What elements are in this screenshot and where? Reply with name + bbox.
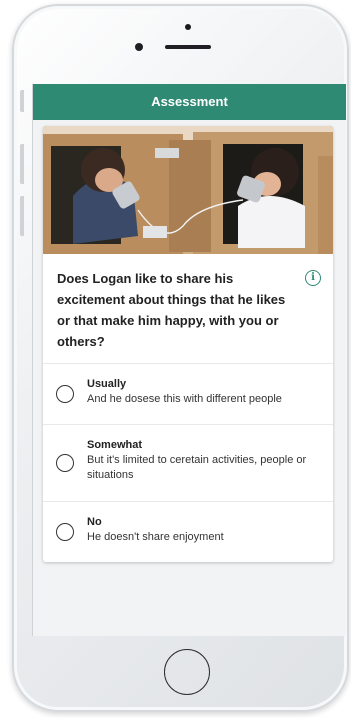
option-title: Usually <box>87 378 127 390</box>
home-button[interactable] <box>164 649 210 695</box>
proximity-sensor <box>185 24 191 30</box>
option-description: He doesn't share enjoyment <box>87 531 224 543</box>
page-title: Assessment <box>151 94 228 109</box>
option-description: And he dosese this with different people <box>87 393 282 405</box>
earpiece-speaker <box>165 45 211 49</box>
option-title: Somewhat <box>87 439 143 451</box>
option-title: No <box>87 516 102 528</box>
mute-switch <box>20 90 24 112</box>
front-camera <box>135 43 143 51</box>
volume-down-button <box>20 196 24 236</box>
option-usually-text: Usually And he dosese this with differen… <box>87 377 322 407</box>
question-section: Does Logan like to share his excitement … <box>43 254 333 364</box>
children-tin-can-telephone-image <box>43 126 333 254</box>
radio-button-usually[interactable] <box>56 385 74 403</box>
radio-button-somewhat[interactable] <box>56 454 74 472</box>
option-usually[interactable]: Usually And he dosese this with differen… <box>43 363 333 424</box>
option-description: But it's limited to ceretain activities,… <box>87 454 307 481</box>
volume-up-button <box>20 144 24 184</box>
app-screen: Assessment Does Logan like to share his … <box>32 84 346 636</box>
option-no-text: No He doesn't share enjoyment <box>87 515 322 545</box>
radio-button-no[interactable] <box>56 523 74 541</box>
option-no[interactable]: No He doesn't share enjoyment <box>43 501 333 562</box>
question-photo <box>43 126 333 254</box>
question-text: Does Logan like to share his excitement … <box>57 271 286 349</box>
app-header: Assessment <box>33 84 346 120</box>
question-card: Does Logan like to share his excitement … <box>43 126 333 562</box>
option-somewhat-text: Somewhat But it's limited to ceretain ac… <box>87 438 322 483</box>
info-icon[interactable]: i <box>305 270 321 286</box>
option-somewhat[interactable]: Somewhat But it's limited to ceretain ac… <box>43 424 333 501</box>
